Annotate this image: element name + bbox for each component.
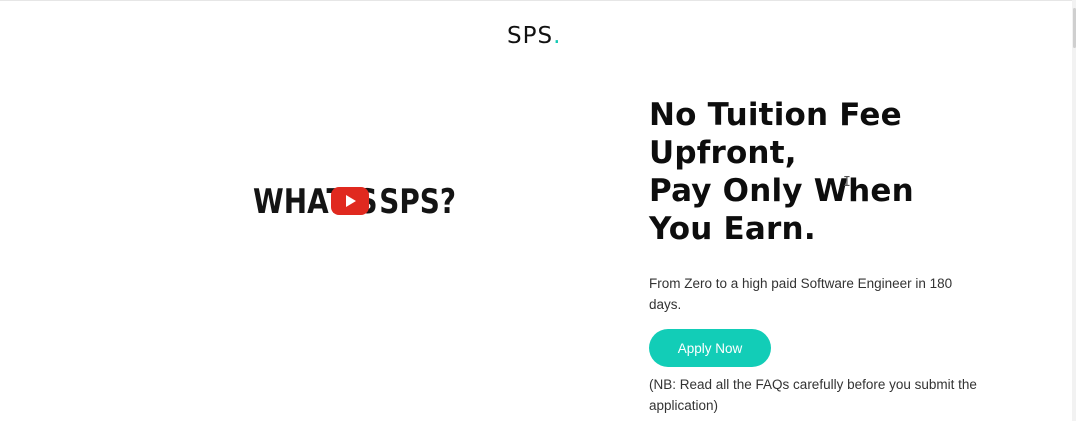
logo-text: SPS [507, 23, 554, 49]
video-title-sps: SPS? [379, 182, 457, 222]
scrollbar-track[interactable] [1072, 0, 1076, 421]
hero-headline: No Tuition Fee Upfront, Pay Only When Yo… [649, 96, 914, 248]
faq-note: (NB: Read all the FAQs carefully before … [649, 377, 977, 413]
headline-line-4: You Earn. [649, 211, 816, 247]
top-border [0, 0, 1076, 1]
logo-dot: . [553, 23, 562, 49]
youtube-play-icon[interactable] [331, 187, 369, 215]
apply-now-button[interactable]: Apply Now [649, 329, 771, 367]
headline-line-3: Pay Only When [649, 173, 914, 209]
hero-subtext: From Zero to a high paid Software Engine… [649, 276, 953, 312]
headline-line-1: No Tuition Fee [649, 97, 902, 133]
text-cursor-icon: I [843, 175, 851, 190]
headline-line-2: Upfront, [649, 135, 797, 171]
site-logo[interactable]: SPS. [507, 22, 561, 50]
play-triangle-icon [346, 195, 356, 207]
